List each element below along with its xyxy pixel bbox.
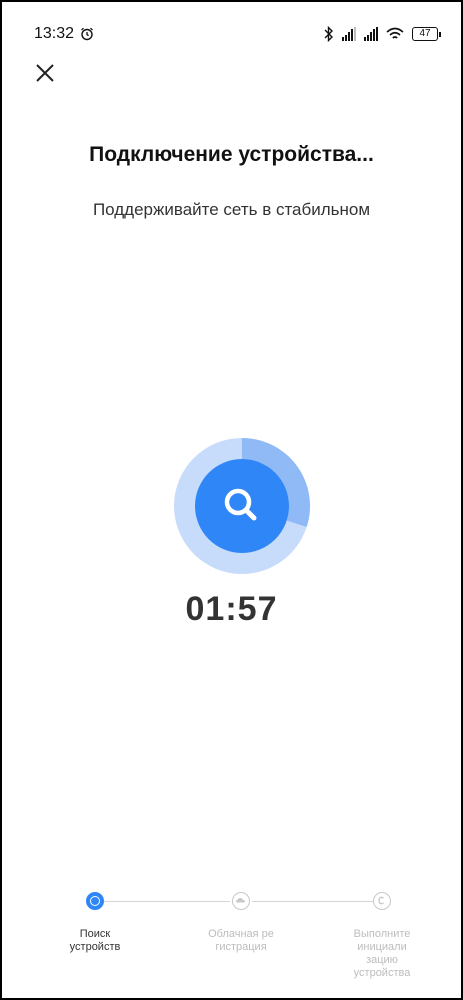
step-2-label: Облачная ре гистрация	[208, 928, 274, 953]
step-connector-1	[104, 901, 230, 902]
status-bar: 13:32 47	[34, 22, 441, 46]
step-1-label: Поиск устройств	[69, 928, 121, 953]
countdown-timer: 01:57	[185, 590, 278, 628]
battery-level: 47	[412, 27, 438, 41]
page-title: Подключение устройства...	[89, 143, 374, 166]
progress-center	[195, 459, 289, 553]
step-connector-2	[252, 901, 373, 902]
battery-icon: 47	[412, 27, 441, 41]
step-2-indicator	[232, 892, 250, 910]
step-1-indicator	[86, 892, 104, 910]
page-subtitle: Поддерживайте сеть в стабильном	[92, 200, 371, 219]
step-3-indicator	[373, 892, 391, 910]
bluetooth-icon	[324, 26, 333, 42]
status-time: 13:32	[34, 25, 75, 42]
alarm-icon	[81, 27, 93, 41]
check-circle-icon	[378, 896, 384, 905]
wifi-icon	[386, 27, 404, 39]
cell-signal-icon	[342, 27, 356, 41]
cell-signal-2-icon	[364, 27, 378, 41]
cloud-icon	[236, 898, 245, 903]
close-button[interactable]	[30, 58, 60, 88]
progress-steps: Поиск устройств Облачная ре гистрация Выпо…	[0, 886, 463, 996]
close-icon	[36, 64, 54, 82]
search-progress-ring	[174, 438, 310, 574]
step-3-label: Выполните инициали зацию устройства	[353, 928, 411, 979]
